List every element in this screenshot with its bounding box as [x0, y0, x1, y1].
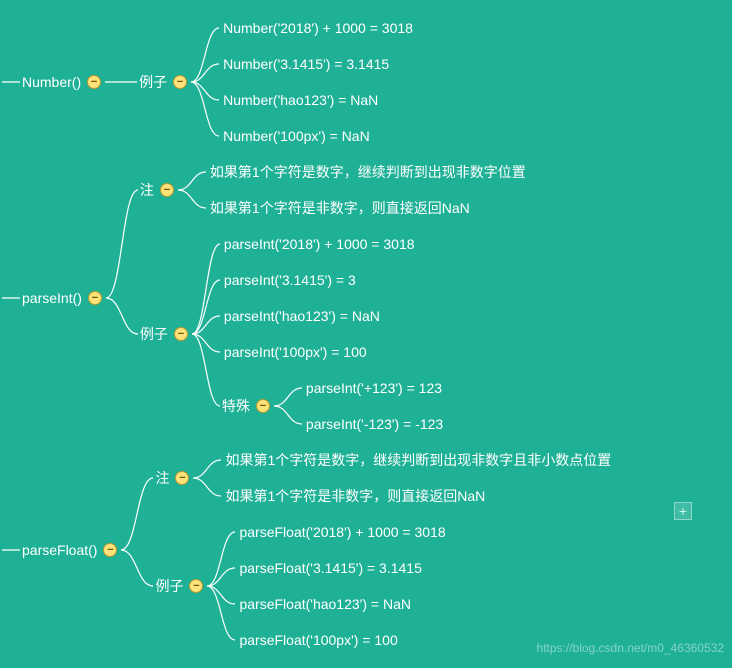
- leaf-text: 如果第1个字符是非数字，则直接返回NaN: [221, 483, 487, 509]
- toggle-icon[interactable]: −: [160, 183, 174, 197]
- toggle-icon[interactable]: −: [175, 471, 189, 485]
- leaf-row: parseInt('+123') = 123: [302, 370, 445, 406]
- leaf-text: Number('3.1415') = 3.1415: [219, 53, 391, 75]
- group: 注− 如果第1个字符是数字，继续判断到出现非数字且非小数点位置如果第1个字符是非数…: [153, 442, 613, 514]
- leaf-text: Number('100px') = NaN: [219, 125, 372, 147]
- leaf-row: parseInt('3.1415') = 3: [220, 262, 445, 298]
- leaf-row: parseInt('100px') = 100: [220, 334, 445, 370]
- toggle-icon[interactable]: −: [256, 399, 270, 413]
- node-label: 注: [153, 465, 171, 491]
- leaf-row: 如果第1个字符是非数字，则直接返回NaN: [221, 478, 613, 514]
- toggle-icon[interactable]: −: [189, 579, 203, 593]
- leaf-row: parseInt('-123') = -123: [302, 406, 445, 442]
- root-node-label: parseFloat(): [20, 539, 99, 561]
- leaf-row: Number('2018') + 1000 = 3018: [219, 10, 415, 46]
- leaf-row: Number('3.1415') = 3.1415: [219, 46, 415, 82]
- toggle-icon[interactable]: −: [103, 543, 117, 557]
- group: 例子− parseFloat('2018') + 1000 = 3018 parse…: [153, 514, 613, 658]
- leaf-text: 如果第1个字符是非数字，则直接返回NaN: [206, 195, 472, 221]
- leaf-text: parseFloat('2018') + 1000 = 3018: [235, 521, 447, 543]
- leaf-row: parseInt('hao123') = NaN: [220, 298, 445, 334]
- top-node: parseInt()−注−如果第1个字符是数字，继续判断到出现非数字位置如果第1…: [2, 154, 732, 442]
- leaf-text: 如果第1个字符是数字，继续判断到出现非数字且非小数点位置: [221, 447, 613, 473]
- leaf-text: Number('hao123') = NaN: [219, 89, 380, 111]
- node-label: 例子: [137, 69, 169, 95]
- leaf-row: parseFloat('hao123') = NaN: [235, 586, 447, 622]
- group: 注− 如果第1个字符是数字，继续判断到出现非数字位置如果第1个字符是非数字，则直接…: [138, 154, 528, 226]
- leaf-text: parseInt('3.1415') = 3: [220, 269, 358, 291]
- top-node: Number()−例子−Number('2018') + 1000 = 3018…: [2, 10, 732, 154]
- leaf-row: parseFloat('2018') + 1000 = 3018: [235, 514, 447, 550]
- leaf-row: 如果第1个字符是非数字，则直接返回NaN: [206, 190, 528, 226]
- leaf-text: parseFloat('100px') = 100: [235, 629, 399, 651]
- node-label: 特殊: [220, 393, 252, 419]
- root-node-label: parseInt(): [20, 287, 84, 309]
- toggle-icon[interactable]: −: [87, 75, 101, 89]
- leaf-text: parseInt('-123') = -123: [302, 413, 445, 435]
- leaf-text: parseInt('2018') + 1000 = 3018: [220, 233, 417, 255]
- toggle-icon[interactable]: −: [173, 75, 187, 89]
- watermark: https://blog.csdn.net/m0_46360532: [537, 641, 724, 655]
- plus-badge: +: [674, 502, 692, 520]
- leaf-text: parseFloat('3.1415') = 3.1415: [235, 557, 423, 579]
- leaf-text: Number('2018') + 1000 = 3018: [219, 17, 415, 39]
- leaf-text: parseInt('+123') = 123: [302, 377, 444, 399]
- leaf-row: parseFloat('100px') = 100: [235, 622, 447, 658]
- leaf-text: 如果第1个字符是数字，继续判断到出现非数字位置: [206, 159, 528, 185]
- node-label: 例子: [138, 321, 170, 347]
- leaf-row: parseInt('2018') + 1000 = 3018: [220, 226, 445, 262]
- node-label: 例子: [153, 573, 185, 599]
- leaf-row: Number('100px') = NaN: [219, 118, 415, 154]
- leaf-text: parseInt('100px') = 100: [220, 341, 369, 363]
- leaf-row: 如果第1个字符是数字，继续判断到出现非数字且非小数点位置: [221, 442, 613, 478]
- leaf-row: 如果第1个字符是数字，继续判断到出现非数字位置: [206, 154, 528, 190]
- leaf-text: parseFloat('hao123') = NaN: [235, 593, 413, 615]
- top-node: parseFloat()−注−如果第1个字符是数字，继续判断到出现非数字且非小数…: [2, 442, 732, 658]
- leaf-row: Number('hao123') = NaN: [219, 82, 415, 118]
- toggle-icon[interactable]: −: [174, 327, 188, 341]
- root-node-label: Number(): [20, 71, 83, 93]
- group: 例子− Number('2018') + 1000 = 3018 Number('3…: [137, 10, 415, 154]
- group: 例子−parseInt('2018') + 1000 = 3018parseIn…: [138, 226, 528, 442]
- toggle-icon[interactable]: −: [88, 291, 102, 305]
- group: 特殊− parseInt('+123') = 123 parseInt('-123'…: [220, 370, 445, 442]
- node-label: 注: [138, 177, 156, 203]
- mindmap-tree: Number()−例子−Number('2018') + 1000 = 3018…: [0, 0, 732, 668]
- leaf-row: parseFloat('3.1415') = 3.1415: [235, 550, 447, 586]
- leaf-text: parseInt('hao123') = NaN: [220, 305, 382, 327]
